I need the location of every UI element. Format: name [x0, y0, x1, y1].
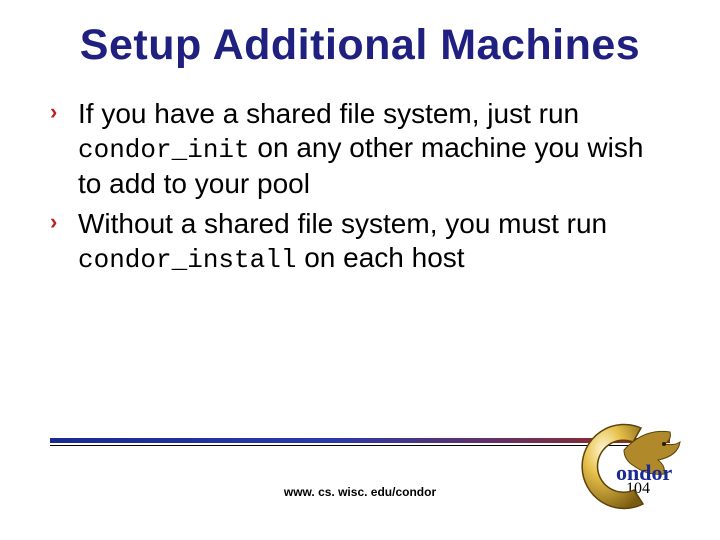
bullet-code: condor_init [78, 135, 250, 165]
slide: Setup Additional Machines › If you have … [0, 0, 720, 540]
slide-title: Setup Additional Machines [50, 22, 670, 69]
bullet-text-pre: If you have a shared file system, just r… [78, 98, 579, 129]
bullet-list: › If you have a shared file system, just… [50, 97, 670, 277]
bullet-item: › If you have a shared file system, just… [50, 97, 670, 201]
bullet-code: condor_install [78, 245, 296, 275]
bullet-text-post: on each host [296, 242, 464, 273]
bullet-marker-icon: › [50, 209, 57, 236]
bullet-marker-icon: › [50, 99, 57, 126]
logo-wordmark: ondor [616, 460, 672, 485]
bullet-item: › Without a shared file system, you must… [50, 207, 670, 277]
condor-logo: ondor [546, 408, 706, 526]
bullet-text-pre: Without a shared file system, you must r… [78, 208, 607, 239]
